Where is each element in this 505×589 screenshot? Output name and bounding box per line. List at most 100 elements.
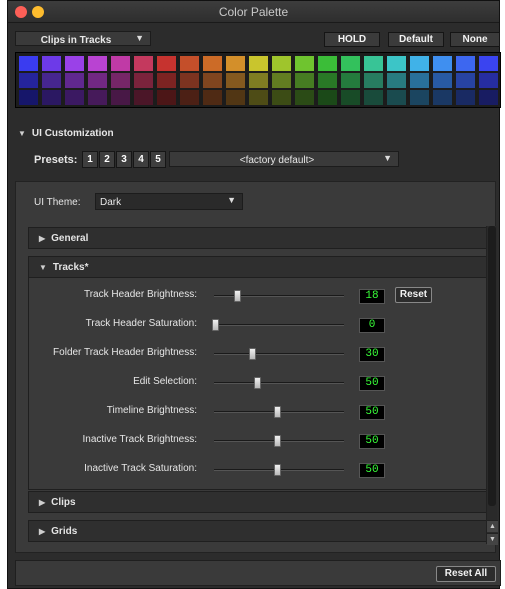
slider-thumb[interactable]	[234, 290, 241, 302]
slider-thumb[interactable]	[254, 377, 261, 389]
color-swatch[interactable]	[203, 73, 222, 88]
color-swatch[interactable]	[134, 73, 153, 88]
color-swatch[interactable]	[318, 56, 337, 71]
setting-value-field[interactable]: 18	[359, 289, 385, 304]
setting-value-field[interactable]: 0	[359, 318, 385, 333]
color-swatch[interactable]	[272, 73, 291, 88]
ui-customization-header[interactable]: ▼ UI Customization	[18, 128, 114, 139]
color-swatch[interactable]	[433, 56, 452, 71]
color-swatch[interactable]	[42, 90, 61, 105]
color-swatch[interactable]	[456, 56, 475, 71]
scroll-down-icon[interactable]: ▼	[487, 533, 498, 545]
setting-value-field[interactable]: 50	[359, 463, 385, 478]
color-swatch[interactable]	[318, 73, 337, 88]
color-swatch[interactable]	[341, 56, 360, 71]
color-swatch[interactable]	[180, 90, 199, 105]
color-swatch[interactable]	[410, 90, 429, 105]
slider-track[interactable]	[214, 353, 344, 355]
preset-dropdown[interactable]: <factory default> ▼	[169, 151, 399, 167]
setting-value-field[interactable]: 50	[359, 376, 385, 391]
color-swatch[interactable]	[364, 56, 383, 71]
preset-2-button[interactable]: 2	[99, 151, 115, 168]
preset-4-button[interactable]: 4	[133, 151, 149, 168]
slider-thumb[interactable]	[249, 348, 256, 360]
color-swatch[interactable]	[433, 90, 452, 105]
preset-3-button[interactable]: 3	[116, 151, 132, 168]
color-swatch[interactable]	[180, 73, 199, 88]
color-swatch[interactable]	[479, 56, 498, 71]
color-swatch[interactable]	[272, 90, 291, 105]
default-button[interactable]: Default	[388, 32, 444, 47]
color-swatch[interactable]	[134, 56, 153, 71]
preset-5-button[interactable]: 5	[150, 151, 166, 168]
color-swatch[interactable]	[19, 56, 38, 71]
color-swatch[interactable]	[111, 73, 130, 88]
reset-all-button[interactable]: Reset All	[436, 566, 496, 582]
color-swatch[interactable]	[456, 90, 475, 105]
color-swatch[interactable]	[111, 90, 130, 105]
color-swatch[interactable]	[295, 90, 314, 105]
group-grids[interactable]: ▶ Grids	[28, 520, 490, 542]
color-swatch[interactable]	[65, 56, 84, 71]
color-swatch[interactable]	[249, 73, 268, 88]
color-swatch[interactable]	[387, 73, 406, 88]
color-swatch[interactable]	[134, 90, 153, 105]
color-swatch[interactable]	[249, 56, 268, 71]
color-swatch[interactable]	[479, 90, 498, 105]
color-swatch[interactable]	[157, 56, 176, 71]
color-swatch[interactable]	[65, 73, 84, 88]
color-swatch[interactable]	[19, 90, 38, 105]
color-swatch[interactable]	[249, 90, 268, 105]
color-swatch[interactable]	[180, 56, 199, 71]
setting-value-field[interactable]: 50	[359, 405, 385, 420]
color-swatch[interactable]	[65, 90, 84, 105]
clips-target-dropdown[interactable]: Clips in Tracks ▼	[15, 31, 151, 46]
color-swatch[interactable]	[387, 56, 406, 71]
color-swatch[interactable]	[272, 56, 291, 71]
color-swatch[interactable]	[318, 90, 337, 105]
scroll-up-icon[interactable]: ▲	[487, 520, 498, 532]
hold-button[interactable]: HOLD	[324, 32, 380, 47]
slider-track[interactable]	[214, 324, 344, 326]
color-swatch[interactable]	[19, 73, 38, 88]
color-swatch[interactable]	[456, 73, 475, 88]
setting-value-field[interactable]: 50	[359, 434, 385, 449]
settings-scrollbar[interactable]: ▲ ▼	[486, 226, 498, 545]
title-bar[interactable]: Color Palette	[8, 1, 499, 23]
slider-thumb[interactable]	[212, 319, 219, 331]
color-swatch[interactable]	[410, 73, 429, 88]
color-swatch[interactable]	[226, 56, 245, 71]
slider-track[interactable]	[214, 382, 344, 384]
color-swatch[interactable]	[88, 73, 107, 88]
slider-thumb[interactable]	[274, 406, 281, 418]
scrollbar-thumb[interactable]	[488, 226, 496, 506]
slider-thumb[interactable]	[274, 464, 281, 476]
color-swatch[interactable]	[111, 56, 130, 71]
color-swatch[interactable]	[341, 90, 360, 105]
color-swatch[interactable]	[433, 73, 452, 88]
color-swatch[interactable]	[295, 73, 314, 88]
color-swatch[interactable]	[364, 73, 383, 88]
color-swatch[interactable]	[42, 56, 61, 71]
color-swatch[interactable]	[295, 56, 314, 71]
color-swatch[interactable]	[203, 56, 222, 71]
slider-thumb[interactable]	[274, 435, 281, 447]
color-swatch[interactable]	[387, 90, 406, 105]
ui-theme-dropdown[interactable]: Dark ▼	[95, 193, 243, 210]
color-swatch[interactable]	[203, 90, 222, 105]
color-swatch[interactable]	[479, 73, 498, 88]
color-swatch[interactable]	[42, 73, 61, 88]
color-swatch[interactable]	[157, 90, 176, 105]
group-tracks[interactable]: ▼ Tracks*	[28, 256, 490, 278]
color-swatch[interactable]	[410, 56, 429, 71]
color-swatch[interactable]	[226, 73, 245, 88]
color-swatch[interactable]	[364, 90, 383, 105]
preset-1-button[interactable]: 1	[82, 151, 98, 168]
color-swatch[interactable]	[341, 73, 360, 88]
color-swatch[interactable]	[88, 56, 107, 71]
color-swatch[interactable]	[226, 90, 245, 105]
color-swatch[interactable]	[157, 73, 176, 88]
color-swatch[interactable]	[88, 90, 107, 105]
setting-value-field[interactable]: 30	[359, 347, 385, 362]
group-general[interactable]: ▶ General	[28, 227, 490, 249]
